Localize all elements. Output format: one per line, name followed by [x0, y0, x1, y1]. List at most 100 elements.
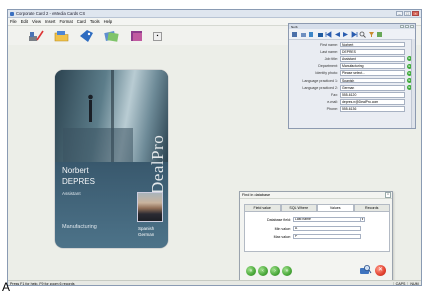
panel-scrollbar[interactable] — [411, 39, 415, 128]
find-dialog-title-bar: Find in database × — [240, 192, 392, 199]
field-row-identity-photo: Identity photo: Please select... ▸ — [289, 70, 415, 77]
field-label: Language practiced 2: — [302, 85, 338, 90]
first-name-field[interactable]: Norbert — [340, 41, 405, 48]
database-field-label: Database field: — [267, 217, 291, 222]
document-icon[interactable]: ▪ — [153, 31, 162, 41]
close-button[interactable]: × — [412, 11, 419, 16]
figure-label: A — [2, 280, 11, 294]
department-field[interactable]: Manufacturing — [340, 63, 405, 70]
previous-record-icon[interactable] — [334, 31, 341, 38]
previous-result-button[interactable]: ‹ — [258, 266, 268, 276]
job-title-field[interactable]: Assistant — [340, 56, 405, 62]
fax-field[interactable]: 555-6120 — [340, 92, 405, 98]
database-field-row: Database field: Last name ▾ — [245, 217, 391, 222]
business-card-preview[interactable]: DealPro Norbert DEPRES Assistant Manufac… — [55, 70, 168, 248]
field-label: Phone: — [326, 107, 338, 112]
card-language-1: Spanish — [138, 226, 155, 231]
find-search-button[interactable] — [359, 264, 372, 276]
search-icon[interactable] — [359, 31, 366, 38]
copy-record-icon[interactable] — [308, 31, 315, 38]
menu-insert[interactable]: Insert — [45, 19, 55, 24]
new-record-icon[interactable] — [291, 31, 298, 38]
card-identity-photo — [137, 192, 163, 222]
max-value-input[interactable]: P — [293, 234, 361, 239]
next-record-icon[interactable] — [342, 31, 349, 38]
panel-maximize-button[interactable] — [405, 25, 409, 28]
cards-icon[interactable] — [103, 29, 120, 43]
field-label: Last name: — [320, 49, 338, 54]
find-dialog-title: Find in database — [242, 193, 271, 197]
menu-edit[interactable]: Edit — [21, 19, 28, 24]
panel-title: Norb — [291, 24, 298, 29]
card-last-name: DEPRES — [62, 177, 95, 186]
field-row-language-1: Language practiced 1: Spanish ▸ — [289, 77, 415, 84]
menu-format[interactable]: Format — [59, 19, 72, 24]
language-1-field[interactable]: Spanish — [340, 77, 405, 84]
menu-card[interactable]: Card — [77, 19, 86, 24]
export-icon[interactable] — [376, 31, 383, 38]
cancel-button[interactable]: ✕ — [375, 264, 386, 276]
card-first-name: Norbert — [62, 166, 89, 175]
record-fields: First name: Norbert Last name: DEPRES Jo… — [289, 41, 415, 113]
field-label: e-mail: — [327, 100, 338, 105]
menu-help[interactable]: Help — [104, 19, 113, 24]
first-result-button[interactable]: « — [246, 266, 256, 276]
last-name-field[interactable]: DEPRES — [340, 48, 405, 55]
max-value-label: Max value: — [273, 234, 291, 239]
record-panel: Norb First name: Norbert Last name: DEPR… — [288, 23, 416, 129]
menu-view[interactable]: View — [32, 19, 41, 24]
filter-icon[interactable] — [368, 31, 375, 38]
min-value-input[interactable]: A — [293, 226, 361, 231]
values-tab-panel: Database field: Last name ▾ Min value: A… — [244, 211, 390, 252]
last-result-button[interactable]: » — [282, 266, 292, 276]
app-icon — [10, 11, 14, 16]
minimize-button[interactable]: – — [396, 11, 403, 16]
database-field-select[interactable]: Last name — [293, 217, 361, 222]
field-row-department: Department: Manufacturing ▸ — [289, 63, 415, 70]
menu-tools[interactable]: Tools — [90, 19, 100, 24]
caps-indicator: CAPS — [393, 282, 407, 285]
min-value-row: Min value: A — [245, 226, 391, 231]
delete-record-icon[interactable] — [317, 31, 324, 38]
field-label: First name: — [320, 42, 338, 47]
identity-photo-field[interactable]: Please select... — [340, 70, 405, 77]
status-bar: Press F1 for help, F9 for zoom 6 records… — [8, 280, 421, 286]
window-title: Corporate Card 2 - eMedia Cards CS — [16, 11, 86, 16]
next-result-button[interactable]: › — [270, 266, 280, 276]
field-label: Job title: — [324, 56, 338, 61]
tab-values[interactable]: Values — [317, 204, 354, 211]
tab-sql-where[interactable]: SQL Where — [280, 204, 317, 211]
brush-pen-icon[interactable] — [28, 29, 45, 43]
tag-icon[interactable] — [78, 29, 95, 43]
card-language-2: German — [138, 232, 155, 237]
record-navigation: « ‹ › » — [246, 266, 292, 276]
dialog-actions: ✕ — [359, 264, 386, 276]
status-text: Press F1 for help, F9 for zoom 6 records — [10, 282, 75, 286]
tab-field-value[interactable]: Field value — [244, 204, 281, 211]
find-dialog: Find in database × Field value SQL Where… — [239, 191, 393, 285]
email-field[interactable]: depres.n@DealPro.com — [340, 99, 405, 105]
chevron-down-icon[interactable]: ▾ — [361, 217, 365, 222]
edit-record-icon[interactable] — [300, 31, 307, 38]
sheets-icon[interactable] — [128, 29, 145, 43]
field-row-language-2: Language practiced 2: German ▸ — [289, 84, 415, 91]
maximize-button[interactable]: □ — [404, 11, 411, 16]
last-record-icon[interactable] — [351, 30, 358, 38]
phone-field[interactable]: 555-6136 — [340, 106, 405, 113]
panel-close-button[interactable] — [410, 25, 414, 28]
first-record-icon[interactable] — [325, 30, 332, 38]
field-row-last-name: Last name: DEPRES — [289, 48, 415, 55]
find-dialog-close-button[interactable]: × — [385, 192, 391, 198]
field-row-job-title: Job title: Assistant ▸ — [289, 55, 415, 62]
min-value-label: Min value: — [274, 226, 291, 231]
find-tabs: Field value SQL Where Values Records — [244, 204, 390, 211]
field-row-email: e-mail: depres.n@DealPro.com — [289, 99, 415, 106]
tab-records[interactable]: Records — [353, 204, 390, 211]
field-row-fax: Fax: 555-6120 — [289, 91, 415, 98]
menu-file[interactable]: File — [10, 19, 17, 24]
folder-icon[interactable] — [53, 29, 70, 43]
panel-minimize-button[interactable] — [400, 25, 404, 28]
language-2-field[interactable]: German — [340, 84, 405, 91]
panel-toolbar — [289, 29, 415, 40]
field-label: Department: — [318, 64, 338, 69]
